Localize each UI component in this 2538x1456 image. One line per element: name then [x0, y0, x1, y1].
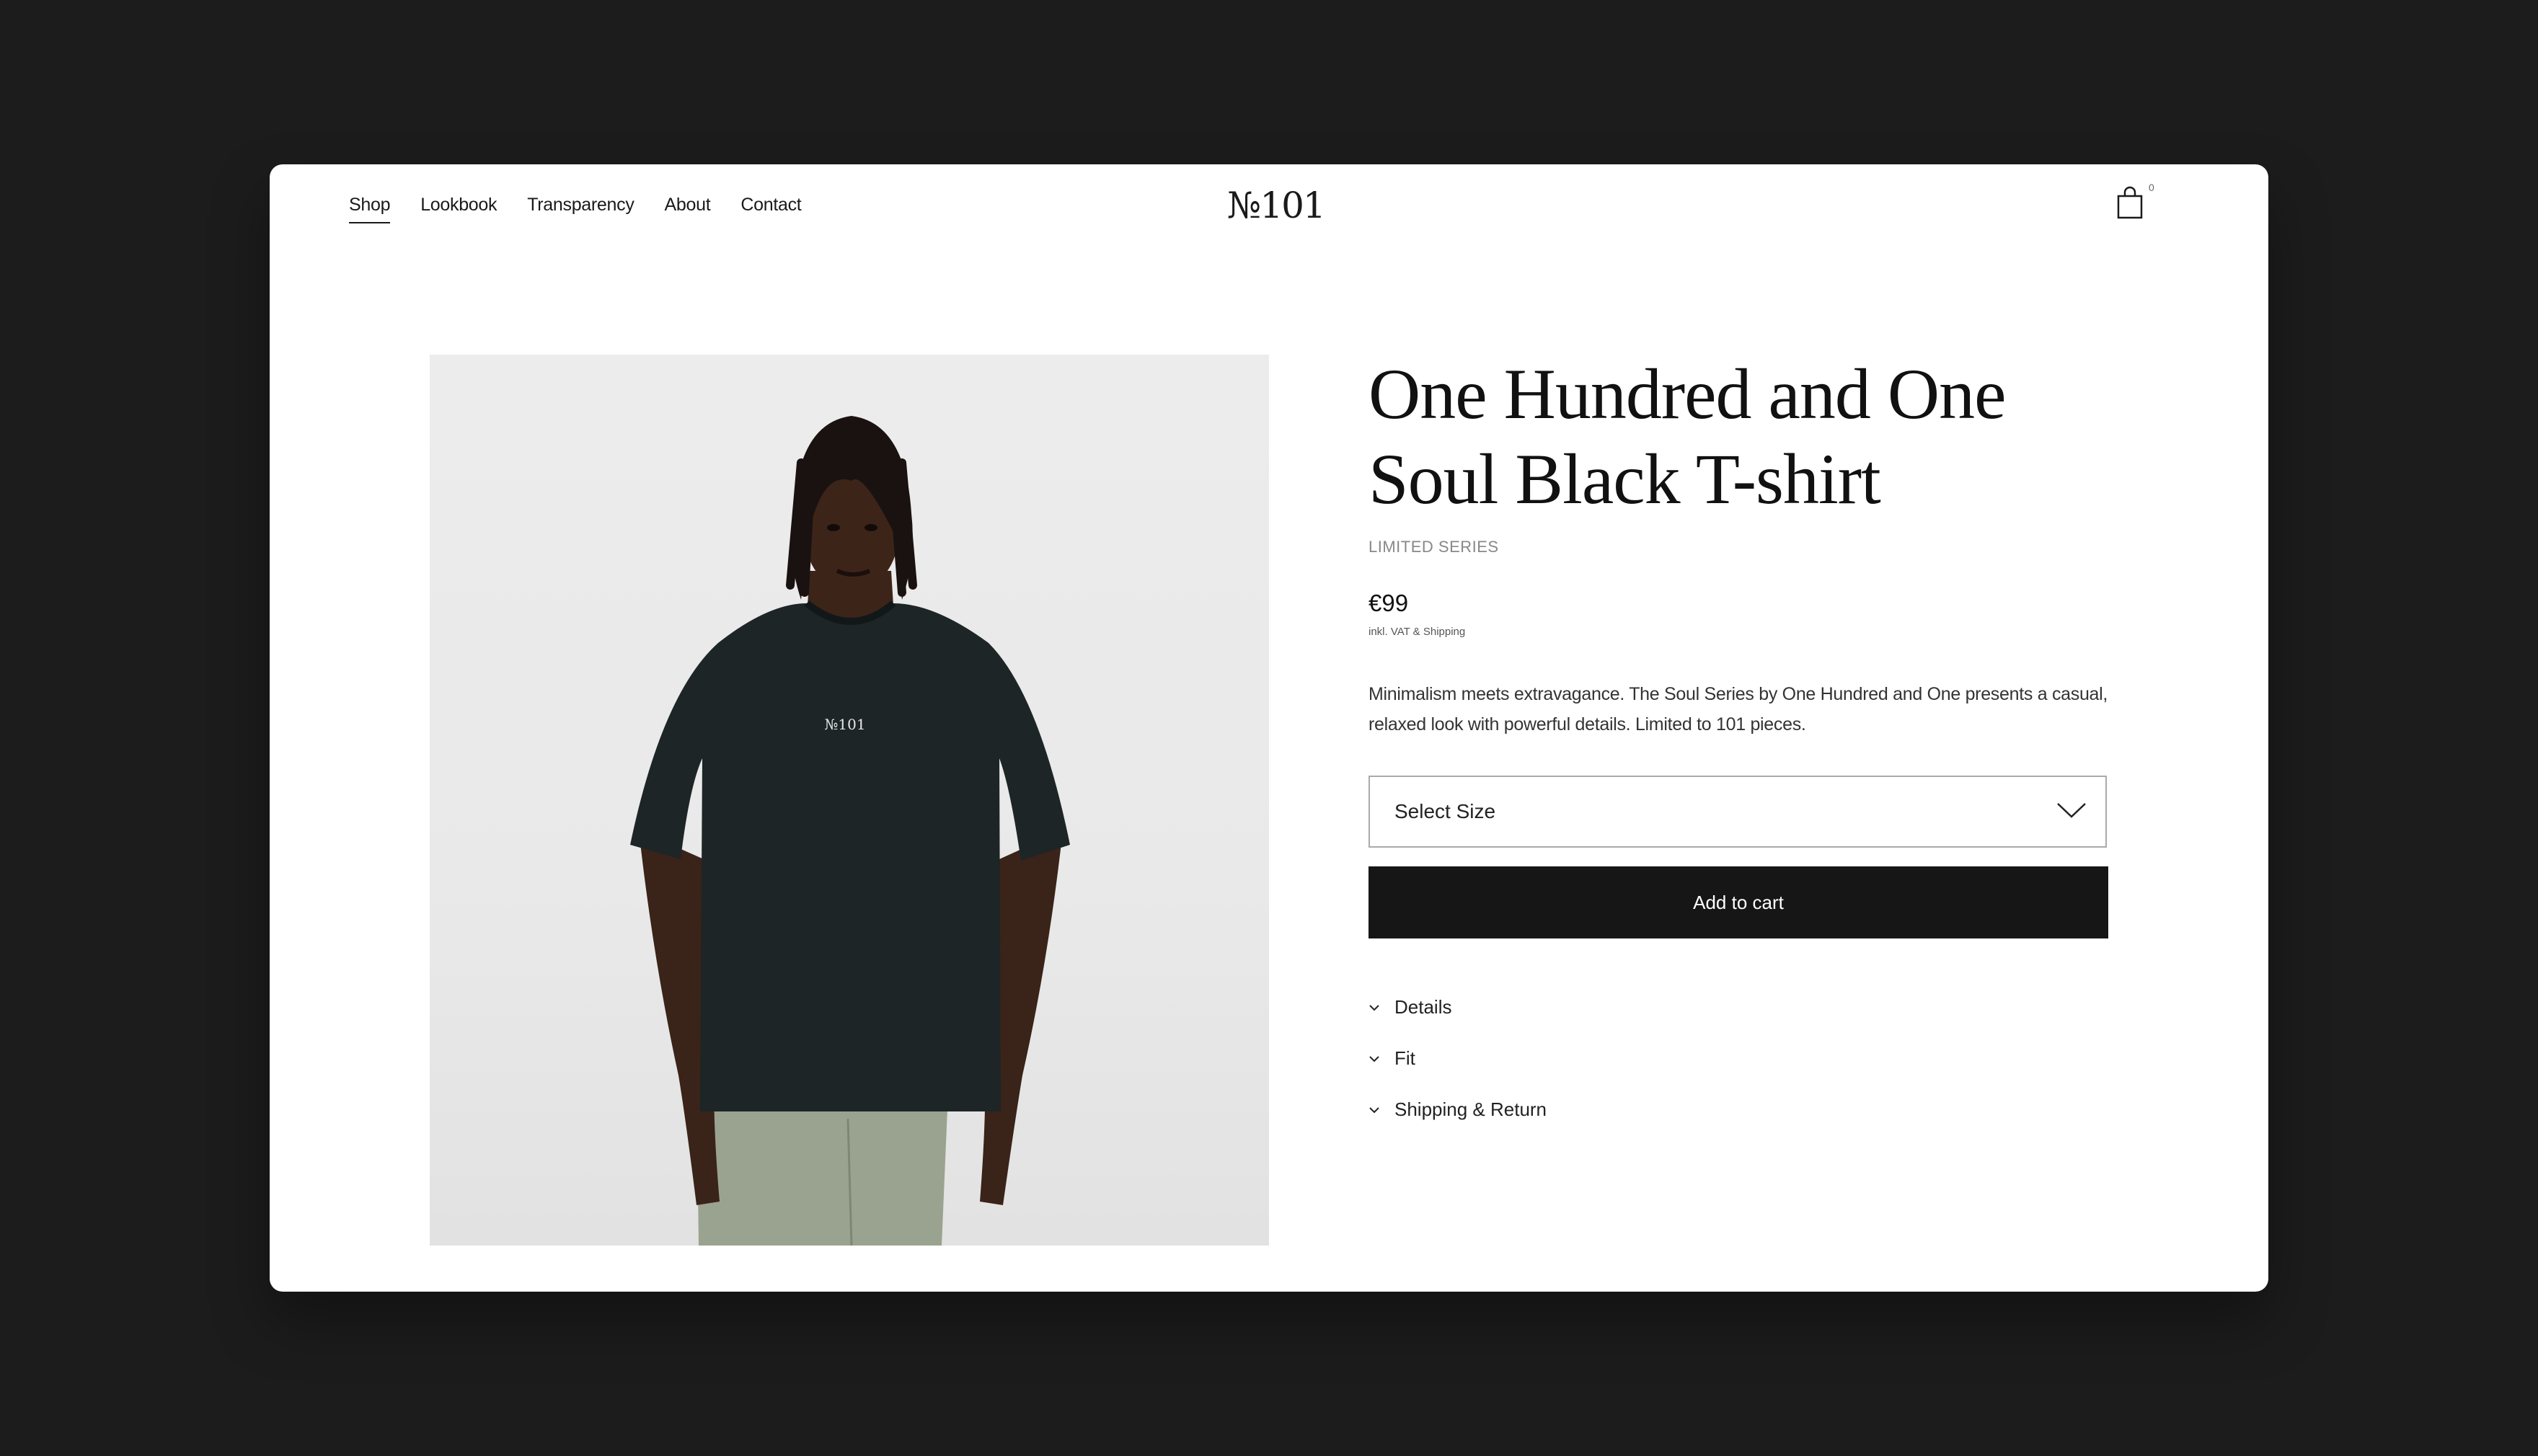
nav-shop[interactable]: Shop	[349, 192, 390, 223]
product-image: №101	[430, 355, 1269, 1246]
product-title-line-1: One Hundred and One	[1369, 354, 2006, 434]
shirt-print-text: №101	[824, 716, 865, 733]
nav-lookbook[interactable]: Lookbook	[420, 192, 497, 223]
accordion-fit-label: Fit	[1394, 1047, 1415, 1069]
chevron-down-icon	[1369, 1106, 1379, 1113]
nav-about[interactable]: About	[665, 192, 711, 223]
size-select-value: Select Size	[1394, 800, 1496, 822]
size-select[interactable]: Select Size	[1369, 776, 2107, 848]
brand-logo[interactable]: №101	[1227, 180, 1326, 231]
browser-page: Shop Lookbook Transparency About Contact…	[270, 164, 2268, 1292]
accordion-details[interactable]: Details	[1369, 982, 1547, 1033]
product-price: €99	[1369, 590, 1409, 616]
accordion-shipping-return-label: Shipping & Return	[1394, 1098, 1547, 1120]
product-accordion: Details Fit Shipping & Return	[1369, 982, 1547, 1135]
vat-note: inkl. VAT & Shipping	[1369, 626, 1466, 638]
nav-transparency[interactable]: Transparency	[527, 192, 634, 223]
chevron-down-icon	[2057, 803, 2086, 818]
chevron-down-icon	[1369, 1004, 1379, 1011]
accordion-shipping-return[interactable]: Shipping & Return	[1369, 1084, 1547, 1135]
series-label: LIMITED SERIES	[1369, 538, 1499, 556]
cart-button[interactable]: 0	[2115, 182, 2154, 223]
product-title: One Hundred and One Soul Black T-shirt	[1369, 352, 2075, 522]
nav-contact[interactable]: Contact	[740, 192, 801, 223]
accordion-details-label: Details	[1394, 996, 1452, 1018]
shopping-bag-icon	[2117, 186, 2143, 219]
product-title-line-2: Soul Black T-shirt	[1369, 439, 1881, 519]
main-nav: Shop Lookbook Transparency About Contact	[349, 192, 802, 223]
accordion-fit[interactable]: Fit	[1369, 1033, 1547, 1084]
chevron-down-icon	[1369, 1055, 1379, 1062]
product-description: Minimalism meets extravagance. The Soul …	[1369, 684, 2108, 734]
add-to-cart-button[interactable]: Add to cart	[1369, 866, 2108, 938]
cart-count: 0	[2149, 182, 2154, 193]
